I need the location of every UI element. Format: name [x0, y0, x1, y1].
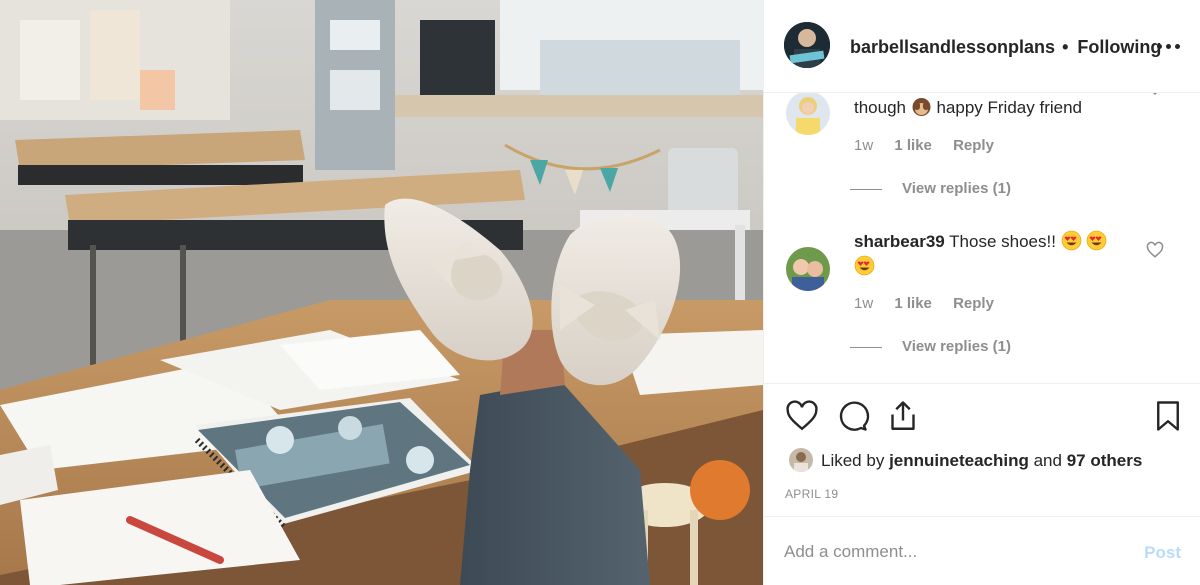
post-actions: Liked by jennuineteaching and 97 others …	[764, 383, 1200, 516]
header-separator: •	[1062, 37, 1069, 57]
comment-age: 1w	[854, 295, 874, 312]
post-comment-button[interactable]: Post	[1144, 543, 1181, 563]
classroom-photo	[0, 0, 763, 585]
comment-body-end: happy Friday friend	[936, 98, 1082, 117]
comment-composer: Post	[764, 516, 1200, 585]
see-no-evil-monkey-icon	[912, 98, 931, 116]
heart-eyes-emoji-icon	[1061, 230, 1081, 251]
heart-icon[interactable]	[784, 398, 820, 434]
following-button[interactable]: Following	[1077, 37, 1161, 57]
comment-icon[interactable]	[834, 398, 870, 434]
more-horizontal-icon[interactable]	[1157, 36, 1181, 56]
replies-divider	[850, 188, 882, 190]
reply-button[interactable]: Reply	[953, 295, 994, 312]
post-panel: barbellsandlessonplans • Following thoug…	[763, 0, 1200, 585]
bookmark-icon[interactable]	[1150, 398, 1186, 434]
comment-likes[interactable]: 1 like	[894, 137, 932, 154]
commenter-avatar[interactable]	[786, 247, 830, 291]
commenter-avatar-image	[786, 93, 830, 135]
liked-by-and: and	[1033, 451, 1062, 470]
chevron-down-icon[interactable]	[1146, 93, 1164, 101]
commenter-avatar-image	[786, 247, 830, 291]
comment-body-start: though	[854, 98, 906, 117]
post-image[interactable]	[0, 0, 763, 585]
reply-button[interactable]: Reply	[953, 137, 994, 154]
comment-meta: 1w 1 like Reply	[854, 295, 1011, 312]
commenter-username[interactable]: sharbear39	[854, 232, 945, 251]
heart-eyes-emoji-icon	[1087, 230, 1107, 251]
heart-eyes-emoji-icon	[854, 255, 875, 276]
likes-others-count[interactable]: 97 others	[1067, 451, 1143, 470]
view-replies-button[interactable]: View replies (1)	[850, 180, 1011, 197]
liked-by: Liked by jennuineteaching and 97 others	[789, 448, 1142, 472]
comment-age: 1w	[854, 137, 874, 154]
commenter-avatar[interactable]	[786, 93, 830, 135]
comment-text: sharbear39 Those shoes!!	[854, 229, 1154, 279]
comment-like-heart-icon[interactable]	[1146, 241, 1164, 259]
comment-likes[interactable]: 1 like	[894, 295, 932, 312]
post-header: barbellsandlessonplans • Following	[764, 0, 1200, 93]
liked-by-prefix: Liked by	[821, 451, 885, 470]
author-username[interactable]: barbellsandlessonplans	[850, 37, 1055, 57]
comment-text: though happy Friday friend	[854, 95, 1154, 120]
comments-list[interactable]: though happy Friday friend 1w 1 like Rep…	[764, 93, 1200, 383]
author-avatar[interactable]	[784, 22, 830, 68]
comment-meta: 1w 1 like Reply	[854, 137, 1011, 154]
liker-avatar[interactable]	[789, 448, 813, 472]
post-date[interactable]: APRIL 19	[785, 487, 838, 501]
share-icon[interactable]	[885, 398, 921, 434]
view-replies-label[interactable]: View replies (1)	[902, 180, 1011, 197]
comment-body: Those shoes!!	[949, 232, 1056, 251]
author-line: barbellsandlessonplans • Following	[850, 37, 1161, 58]
liker-username[interactable]: jennuineteaching	[889, 451, 1029, 470]
replies-divider	[850, 346, 882, 348]
view-replies-button[interactable]: View replies (1)	[850, 338, 1011, 355]
comment-input[interactable]	[784, 539, 1114, 565]
comment-item: sharbear39 Those shoes!! 1w 1 like Reply…	[764, 227, 1200, 377]
comment-item: though happy Friday friend 1w 1 like Rep…	[764, 93, 1200, 213]
view-replies-label[interactable]: View replies (1)	[902, 338, 1011, 355]
author-avatar-image	[784, 22, 830, 68]
